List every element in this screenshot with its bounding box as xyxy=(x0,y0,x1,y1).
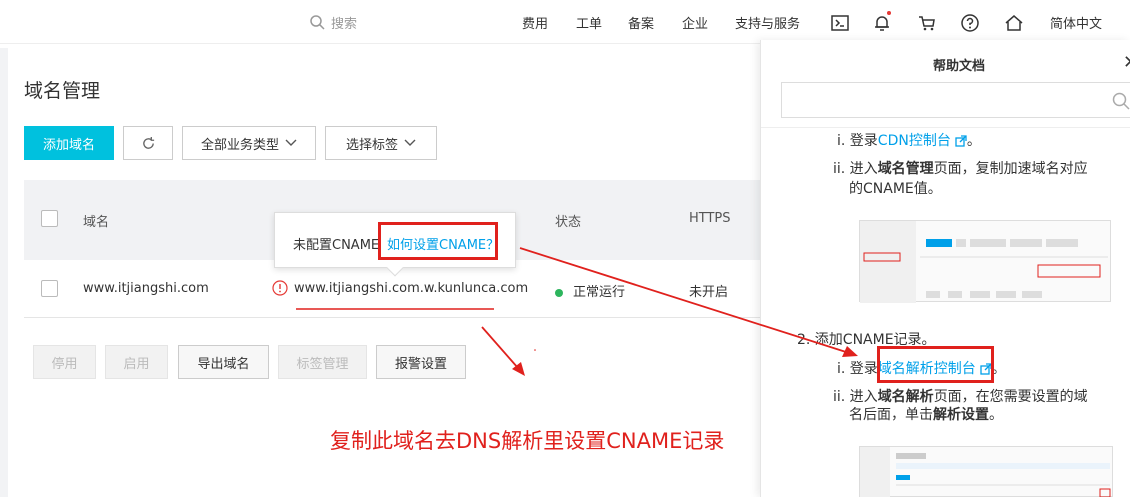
export-domains-button[interactable]: 导出域名 xyxy=(178,345,269,379)
help-panel: 帮助文档 ✕ i. 登录CDN控制台。 ii. 进入域名管理页面，复制加速域名对… xyxy=(760,40,1130,497)
help-step-ii-2-f: 。 xyxy=(989,407,1003,423)
enable-button[interactable]: 启用 xyxy=(105,345,168,379)
page-title: 域名管理 xyxy=(24,80,101,102)
nav-support[interactable]: 支持与服务 xyxy=(735,13,800,32)
annotation-text: 复制此域名去DNS解析里设置CNAME记录 xyxy=(330,429,725,453)
nav-fees[interactable]: 费用 xyxy=(522,13,548,32)
add-domain-button[interactable]: 添加域名 xyxy=(24,126,114,160)
left-sidebar-edge xyxy=(0,48,8,497)
help-icon[interactable] xyxy=(959,12,981,34)
help-step-i-1-prefix: i. 登录 xyxy=(837,133,878,149)
business-type-dropdown[interactable]: 全部业务类型 xyxy=(182,126,316,160)
cdn-console-link[interactable]: CDN控制台 xyxy=(878,133,951,149)
annotation-dot xyxy=(534,349,536,351)
top-navigation: 搜索 费用 工单 备案 企业 支持与服务 简体中文 xyxy=(0,0,1130,44)
column-https: HTTPS xyxy=(689,211,731,226)
row-status-text: 正常运行 xyxy=(573,285,626,300)
help-header: 帮助文档 ✕ xyxy=(761,40,1130,128)
row-checkbox[interactable] xyxy=(41,280,58,297)
search-placeholder: 搜索 xyxy=(331,16,358,32)
row-status: 正常运行 xyxy=(555,281,625,300)
help-title: 帮助文档 xyxy=(933,59,986,74)
tag-manage-button[interactable]: 标签管理 xyxy=(278,345,367,379)
help-step-ii-2-c: 页面，在您需要设置的域 xyxy=(933,389,1088,405)
help-step-ii-1-c: 页面，复制加速域名对应 xyxy=(933,161,1088,177)
arrow-to-annotation xyxy=(481,326,519,369)
global-search[interactable]: 搜索 xyxy=(310,12,357,32)
help-search-input[interactable] xyxy=(781,82,1130,118)
alarm-settings-button[interactable]: 报警设置 xyxy=(376,345,466,379)
close-icon[interactable]: ✕ xyxy=(1123,52,1130,73)
help-step-ii-2-a: ii. 进入 xyxy=(833,389,878,405)
nav-filing[interactable]: 备案 xyxy=(628,13,654,32)
help-step-ii-1: ii. 进入域名管理页面，复制加速域名对应 xyxy=(833,158,1088,180)
help-step-ii-1-line2: 的CNAME值。 xyxy=(849,181,942,197)
search-icon xyxy=(1112,92,1130,110)
row-cname[interactable]: www.itjiangshi.com.w.kunlunca.com xyxy=(294,281,528,296)
highlight-box-dns-console xyxy=(877,346,994,383)
arrow-head-annotation xyxy=(512,362,525,376)
home-icon[interactable] xyxy=(1003,12,1025,34)
language-switch[interactable]: 简体中文 xyxy=(1050,13,1102,32)
status-running-dot xyxy=(555,288,563,297)
tooltip-text: 未配置CNAME xyxy=(293,238,380,253)
terminal-icon[interactable] xyxy=(829,12,851,34)
row-https: 未开启 xyxy=(689,285,729,300)
nav-enterprise[interactable]: 企业 xyxy=(682,13,708,32)
bell-icon[interactable] xyxy=(871,11,893,34)
help-step-i-2-prefix: i. 登录 xyxy=(837,361,878,377)
refresh-icon xyxy=(142,136,154,149)
nav-tickets[interactable]: 工单 xyxy=(576,13,602,32)
dns-resolution-thumbnail xyxy=(859,446,1113,497)
select-tag-label: 选择标签 xyxy=(345,137,398,153)
select-tag-dropdown[interactable]: 选择标签 xyxy=(325,126,437,160)
help-step-ii-2-d: 名后面，单击 xyxy=(849,407,933,423)
help-step-i-1: i. 登录CDN控制台。 xyxy=(837,133,981,149)
column-domain: 域名 xyxy=(83,215,110,230)
help-step-ii-1-b: 域名管理 xyxy=(877,161,934,177)
row-domain[interactable]: www.itjiangshi.com xyxy=(83,281,209,296)
refresh-button[interactable] xyxy=(123,126,173,160)
external-link-icon xyxy=(955,135,967,147)
notification-dot xyxy=(887,11,891,15)
help-step-ii-2-line2: 名后面，单击解析设置。 xyxy=(849,404,1003,426)
disable-button[interactable]: 停用 xyxy=(33,345,96,379)
chevron-down-icon xyxy=(404,139,416,146)
cdn-domain-management-thumbnail xyxy=(859,220,1111,303)
help-step-ii-1-a: ii. 进入 xyxy=(833,161,878,177)
select-all-checkbox[interactable] xyxy=(41,210,58,227)
warning-icon[interactable] xyxy=(272,280,288,300)
search-icon xyxy=(310,14,325,30)
help-step-ii-2-b: 域名解析 xyxy=(877,389,934,405)
column-status: 状态 xyxy=(555,215,582,230)
help-step-ii-2-e: 解析设置 xyxy=(933,407,989,423)
highlight-box-tooltip-link xyxy=(378,222,498,260)
chevron-down-icon xyxy=(285,139,297,146)
business-type-label: 全部业务类型 xyxy=(200,137,279,153)
cart-icon[interactable] xyxy=(916,12,938,34)
